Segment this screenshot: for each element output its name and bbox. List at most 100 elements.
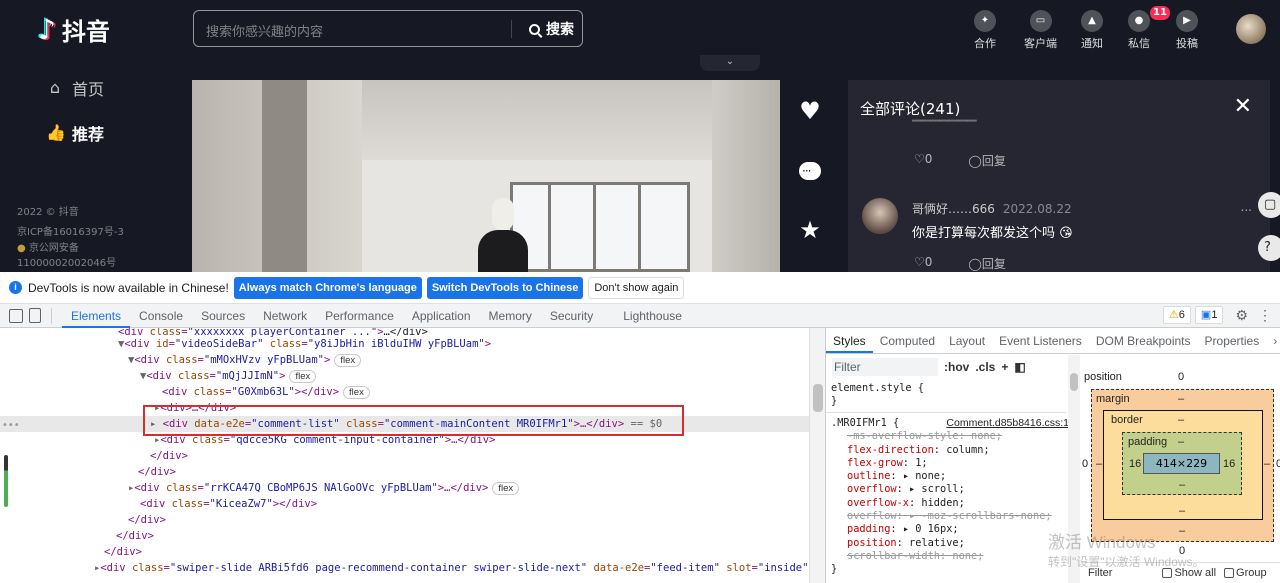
nav-item-recommend[interactable]: 👍 推荐 — [46, 121, 104, 145]
dom-node-line[interactable]: </div> — [0, 528, 825, 544]
close-icon[interactable]: ✕ — [1234, 94, 1252, 119]
tab-performance[interactable]: Performance — [316, 304, 403, 328]
cls-toggle[interactable]: .cls — [975, 360, 995, 374]
css-property[interactable]: flex-direction: column; — [831, 444, 1071, 457]
group-checkbox[interactable] — [1224, 568, 1235, 578]
element-style-rule[interactable]: element.style { } — [831, 382, 1071, 409]
flex-badge[interactable]: flex — [334, 354, 362, 367]
tab-layout[interactable]: Layout — [942, 328, 992, 353]
tab-console[interactable]: Console — [130, 304, 192, 328]
tab-dom-breakpoints[interactable]: DOM Breakpoints — [1089, 328, 1198, 353]
comment-reply-button[interactable]: ◯回复 — [968, 255, 1023, 272]
comment-bubble-icon[interactable] — [797, 156, 823, 184]
warnings-counter[interactable]: ⚠6 — [1162, 306, 1191, 324]
styles-filter-input[interactable]: Filter — [832, 358, 938, 376]
messages-counter[interactable]: ▣1 — [1194, 306, 1224, 324]
dom-node-line[interactable]: </div> — [0, 544, 825, 560]
css-property[interactable]: position: relative; — [831, 537, 1071, 550]
gutter-ellipsis-icon[interactable]: ••• — [2, 420, 20, 431]
top-item-cooperate[interactable]: ✦ 合作 — [974, 10, 996, 51]
favorite-star-icon[interactable]: ★ — [797, 217, 823, 243]
dom-node-line[interactable]: </div> — [0, 448, 825, 464]
position-value[interactable]: 0 — [1178, 371, 1184, 383]
margin-right-value[interactable]: – — [1264, 458, 1270, 470]
footer-police[interactable]: ● 京公网安备 — [17, 239, 79, 254]
dom-node-line[interactable]: <div class="G0Xmb63L"></div> flex — [0, 384, 825, 400]
padding-bottom-value[interactable]: – — [1179, 479, 1185, 491]
comment-more-button[interactable]: ... — [1241, 200, 1252, 214]
top-item-messages[interactable]: ● 11 私信 — [1128, 6, 1170, 51]
scroll-thumb[interactable] — [813, 384, 823, 412]
chevron-down-icon[interactable]: ⌄ — [700, 55, 760, 71]
device-toolbar-icon[interactable] — [29, 308, 41, 323]
top-item-upload[interactable]: ▶ 投稿 — [1176, 10, 1198, 51]
dom-node-line[interactable]: ▸<div class="rrKCA47Q CBoMP6JS NAlGoOVc … — [0, 480, 825, 496]
dom-node-line[interactable]: ▼<div id="videoSideBar" class="y8iJbHin … — [0, 336, 825, 352]
help-icon[interactable]: ? — [1258, 235, 1280, 261]
padding-right-value[interactable]: 16 — [1223, 458, 1235, 470]
css-property[interactable]: outline: ▸ none; — [831, 470, 1071, 483]
css-property[interactable]: -ms-overflow-style: none; — [831, 430, 1071, 443]
scroll-thumb[interactable] — [1070, 373, 1078, 391]
inspect-element-icon[interactable] — [9, 308, 23, 323]
comment-avatar[interactable] — [862, 198, 898, 234]
styles-scrollbar[interactable] — [1068, 355, 1080, 583]
dom-node-line[interactable]: </div> — [0, 464, 825, 480]
douyin-logo[interactable]: ♪ 抖音 — [38, 12, 110, 47]
search-box[interactable]: 搜索你感兴趣的内容 搜索 — [193, 10, 583, 47]
css-property[interactable]: padding: ▸ 0 16px; — [831, 523, 1071, 536]
dom-node-line[interactable]: ▼<div class="mMOxHVzv yFpBLUam"> flex — [0, 352, 825, 368]
rule-source-link[interactable]: Comment.d85b8416.css:1 — [946, 417, 1069, 430]
search-input[interactable]: 搜索你感兴趣的内容 — [206, 21, 323, 40]
match-language-button[interactable]: Always match Chrome's language — [233, 276, 422, 299]
top-item-notify[interactable]: ▲ 通知 — [1081, 10, 1103, 51]
hov-toggle[interactable]: :hov — [944, 360, 969, 374]
tab-memory[interactable]: Memory — [480, 304, 541, 328]
comment-username[interactable]: 哥俩好……666 — [912, 202, 995, 216]
css-property[interactable]: scrollbar-width: none; — [831, 550, 1071, 563]
padding-left-value[interactable]: 16 — [1129, 458, 1141, 470]
top-item-client[interactable]: ▭ 客户端 — [1024, 10, 1057, 51]
footer-icp[interactable]: 京ICP备16016397号-3 — [17, 223, 124, 238]
search-button[interactable]: 搜索 — [529, 19, 574, 39]
flex-badge[interactable]: flex — [289, 370, 317, 383]
flex-badge[interactable]: flex — [492, 482, 520, 495]
position-bottom-value[interactable]: 0 — [1179, 545, 1185, 557]
position-right-value[interactable]: 0 — [1276, 458, 1280, 470]
tab-application[interactable]: Application — [403, 304, 480, 328]
kebab-menu-icon[interactable]: ⋮ — [1258, 307, 1272, 324]
border-value[interactable]: – — [1178, 414, 1184, 426]
show-all-checkbox[interactable] — [1162, 568, 1173, 578]
flex-badge[interactable]: flex — [343, 386, 370, 399]
tab-event-listeners[interactable]: Event Listeners — [992, 328, 1089, 353]
tab-computed[interactable]: Computed — [873, 328, 942, 353]
dom-node-line[interactable]: </div> — [0, 512, 825, 528]
margin-value[interactable]: – — [1178, 393, 1184, 405]
border-bottom-value[interactable]: – — [1179, 505, 1185, 517]
tab-elements[interactable]: Elements — [62, 304, 131, 328]
tab-sources[interactable]: Sources — [192, 304, 254, 328]
more-tabs-icon[interactable]: › — [1266, 328, 1280, 353]
tab-lighthouse[interactable]: Lighthouse — [614, 304, 691, 328]
like-heart-icon[interactable]: ♥ — [797, 98, 823, 124]
css-property[interactable]: overflow-x: hidden; — [831, 497, 1071, 510]
dom-node-line[interactable]: <div class="KiceaZw7"></div> — [0, 496, 825, 512]
tab-properties[interactable]: Properties — [1198, 328, 1267, 353]
computed-filter-input[interactable]: Filter — [1088, 567, 1112, 579]
css-property[interactable]: overflow: ▸ -moz-scrollbars-none; — [831, 510, 1071, 523]
tab-security[interactable]: Security — [541, 304, 602, 328]
css-rule[interactable]: .MR0IFMr1 { Comment.d85b8416.css:1 -ms-o… — [831, 417, 1071, 577]
add-rule-icon[interactable]: + — [1001, 360, 1008, 374]
toggle-sidebar-icon[interactable]: ◧ — [1014, 360, 1025, 374]
css-property[interactable]: flex-grow: 1; — [831, 457, 1071, 470]
css-property[interactable]: overflow: ▸ scroll; — [831, 483, 1071, 496]
dom-node-line[interactable]: ▼<div class="mQjJJImN"> flex — [0, 368, 825, 384]
gear-icon[interactable]: ⚙ — [1235, 307, 1248, 324]
user-avatar[interactable] — [1236, 14, 1266, 44]
dont-show-again-button[interactable]: Don't show again — [588, 276, 685, 299]
comment-like-button[interactable]: ♡0 — [914, 152, 950, 169]
comment-reply-button[interactable]: ◯回复 — [968, 152, 1023, 169]
switch-chinese-button[interactable]: Switch DevTools to Chinese — [426, 276, 584, 299]
elements-scrollbar[interactable] — [809, 328, 825, 583]
position-left-value[interactable]: 0 — [1082, 458, 1088, 470]
